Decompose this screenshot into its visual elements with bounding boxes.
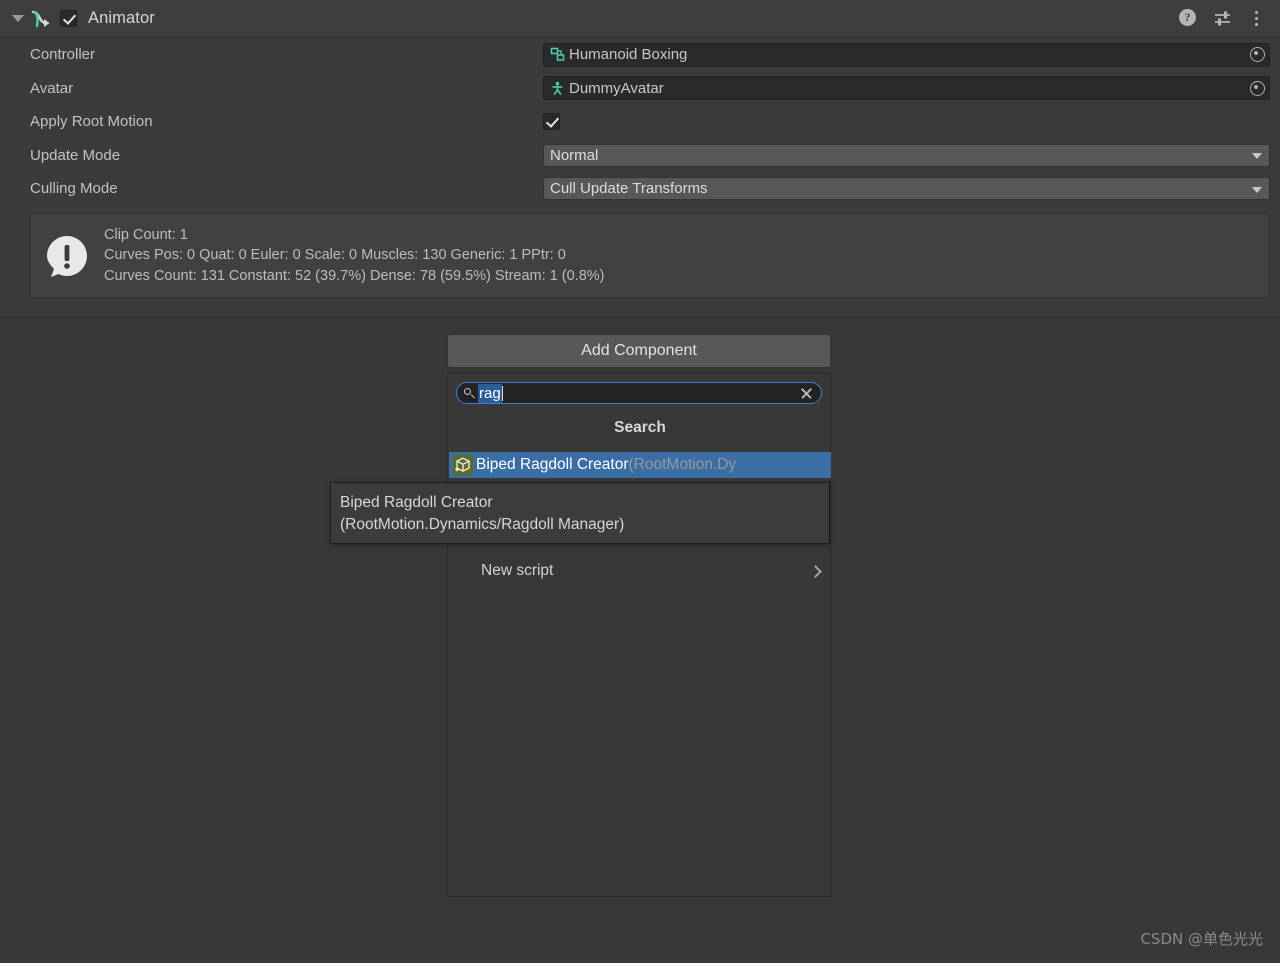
object-picker-icon[interactable] bbox=[1246, 77, 1269, 99]
more-menu-icon[interactable] bbox=[1247, 9, 1266, 28]
help-icon[interactable]: ? bbox=[1179, 9, 1198, 28]
new-script-item[interactable]: New script bbox=[449, 556, 831, 586]
help-icon-glyph: ? bbox=[1179, 9, 1196, 26]
clear-icon[interactable] bbox=[800, 387, 813, 400]
search-results-header: Search bbox=[614, 419, 666, 436]
property-rows: Controller Humanoid Boxing Avatar DummyA… bbox=[0, 38, 1280, 206]
list-item-label: Biped Ragdoll Creator bbox=[476, 456, 629, 473]
text-caret bbox=[501, 385, 503, 401]
component-enabled-checkbox[interactable] bbox=[60, 10, 77, 27]
info-box-text: Clip Count: 1 Curves Pos: 0 Quat: 0 Eule… bbox=[104, 225, 605, 287]
property-row-controller: Controller Humanoid Boxing bbox=[0, 38, 1280, 72]
add-component-button[interactable]: Add Component bbox=[447, 334, 831, 368]
animator-inspector-panel: Animator ? Controller Humanoid Boxing Av… bbox=[0, 0, 1280, 318]
property-row-update-mode: Update Mode Normal bbox=[0, 139, 1280, 173]
list-item[interactable]: Biped Ragdoll Creator (RootMotion.Dy bbox=[449, 452, 831, 478]
foldout-toggle-icon[interactable] bbox=[8, 15, 28, 22]
update-mode-dropdown[interactable]: Normal bbox=[543, 143, 1270, 167]
tooltip: Biped Ragdoll Creator (RootMotion.Dynami… bbox=[330, 482, 830, 544]
search-field-wrapper[interactable]: rag bbox=[456, 382, 822, 404]
object-picker-icon[interactable] bbox=[1246, 44, 1269, 66]
chevron-right-icon bbox=[811, 565, 819, 577]
watermark: CSDN @单色光光 bbox=[1140, 930, 1263, 948]
tooltip-line-2: (RootMotion.Dynamics/Ragdoll Manager) bbox=[340, 516, 625, 533]
label-apply-root-motion: Apply Root Motion bbox=[30, 113, 153, 131]
info-line-2: Curves Pos: 0 Quat: 0 Euler: 0 Scale: 0 … bbox=[104, 247, 566, 264]
avatar-icon bbox=[550, 81, 565, 96]
warning-icon bbox=[45, 234, 89, 278]
label-avatar: Avatar bbox=[30, 79, 74, 97]
chevron-down-icon bbox=[1252, 153, 1262, 160]
animator-icon bbox=[30, 8, 52, 30]
culling-mode-value: Cull Update Transforms bbox=[550, 180, 708, 198]
new-script-label: New script bbox=[481, 562, 554, 579]
controller-object-field[interactable]: Humanoid Boxing bbox=[543, 42, 1270, 67]
apply-root-motion-checkbox[interactable] bbox=[543, 113, 560, 131]
update-mode-value: Normal bbox=[550, 146, 599, 164]
header-icon-group: ? bbox=[1179, 9, 1266, 28]
script-icon bbox=[453, 455, 473, 475]
label-update-mode: Update Mode bbox=[30, 146, 121, 164]
component-search-input[interactable]: rag bbox=[456, 382, 822, 404]
preset-icon[interactable] bbox=[1213, 9, 1232, 28]
avatar-value: DummyAvatar bbox=[569, 79, 664, 97]
label-culling-mode: Culling Mode bbox=[30, 180, 118, 198]
info-line-3: Curves Count: 131 Constant: 52 (39.7%) D… bbox=[104, 267, 605, 284]
list-item-namespace: (RootMotion.Dy bbox=[628, 456, 737, 473]
component-title: Animator bbox=[88, 9, 155, 27]
property-row-avatar: Avatar DummyAvatar bbox=[0, 72, 1280, 106]
panel-divider bbox=[0, 317, 1280, 318]
search-input-value: rag bbox=[478, 383, 502, 403]
add-component-popup: rag Search Biped Ragdoll Creator (RootMo… bbox=[447, 373, 831, 897]
tooltip-line-1: Biped Ragdoll Creator bbox=[340, 494, 493, 511]
property-row-culling-mode: Culling Mode Cull Update Transforms bbox=[0, 172, 1280, 206]
component-header[interactable]: Animator ? bbox=[0, 0, 1280, 38]
avatar-object-field[interactable]: DummyAvatar bbox=[543, 76, 1270, 101]
search-icon bbox=[464, 387, 475, 399]
animator-controller-icon bbox=[550, 47, 565, 62]
animator-info-box: Clip Count: 1 Curves Pos: 0 Quat: 0 Eule… bbox=[29, 213, 1270, 298]
culling-mode-dropdown[interactable]: Cull Update Transforms bbox=[543, 177, 1270, 201]
chevron-down-icon bbox=[1252, 186, 1262, 193]
info-line-1: Clip Count: 1 bbox=[104, 226, 188, 243]
controller-value: Humanoid Boxing bbox=[569, 46, 688, 64]
label-controller: Controller bbox=[30, 46, 96, 64]
property-row-apply-root-motion: Apply Root Motion bbox=[0, 105, 1280, 139]
